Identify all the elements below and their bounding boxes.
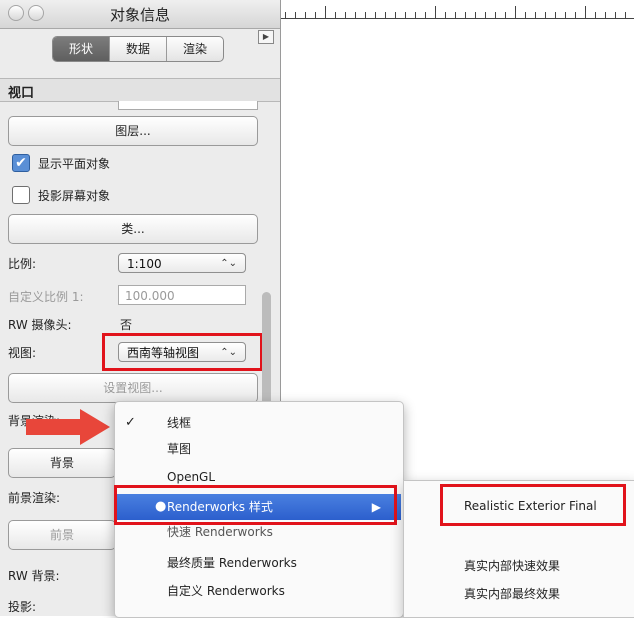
menu-item-custom-renderworks[interactable]: 自定义 Renderworks xyxy=(115,578,401,604)
menu-highlight-box xyxy=(114,485,397,525)
show-planar-objects-label: 显示平面对象 xyxy=(38,157,111,171)
submenu-item-realistic-interior-final[interactable]: 真实内部最终效果 xyxy=(464,585,560,602)
rw-background-label: RW 背景: xyxy=(8,569,60,583)
tab-render[interactable]: 渲染 xyxy=(167,37,223,61)
foreground-button[interactable]: 前景 xyxy=(8,520,116,550)
submenu-item-realistic-interior-fast[interactable]: 真实内部快速效果 xyxy=(464,557,560,574)
projection-label: 投影: xyxy=(8,600,37,614)
classes-button[interactable]: 类... xyxy=(8,214,258,244)
rw-camera-value: 否 xyxy=(120,318,133,332)
title-bar: 对象信息 xyxy=(0,0,280,29)
submenu-highlight-box xyxy=(440,484,626,526)
view-label: 视图: xyxy=(8,346,37,360)
menu-item-fast-renderworks[interactable]: 快速 Renderworks xyxy=(115,523,401,541)
tab-data[interactable]: 数据 xyxy=(110,37,167,61)
check-icon: ✓ xyxy=(125,415,136,430)
view-highlight-box xyxy=(102,333,263,371)
custom-scale-label: 自定义比例 1: xyxy=(8,290,84,304)
ruler xyxy=(281,0,634,19)
background-button[interactable]: 背景 xyxy=(8,448,116,478)
play-icon: ▶ xyxy=(262,32,270,41)
layers-button[interactable]: 图层... xyxy=(8,116,258,146)
menu-item-wireframe[interactable]: ✓ 线框 xyxy=(115,410,401,436)
stepper-icon: ⌃⌄ xyxy=(220,258,237,269)
panel-scrollbar[interactable] xyxy=(262,292,271,407)
section-title: 视口 xyxy=(8,86,35,101)
section-header-viewport: 视口 xyxy=(0,78,280,102)
project-screen-objects-label: 投影屏幕对象 xyxy=(38,189,111,203)
custom-scale-input[interactable]: 100.000 xyxy=(118,285,246,305)
scale-select[interactable]: 1:100 ⌃⌄ xyxy=(118,253,246,273)
checkmark-icon: ✔ xyxy=(15,155,27,171)
show-planar-objects-checkbox[interactable]: ✔ xyxy=(12,154,30,172)
tab-bar: 形状 数据 渲染 xyxy=(52,36,224,62)
panel-menu-button[interactable]: ▶ xyxy=(258,30,274,44)
menu-item-final-renderworks[interactable]: 最终质量 Renderworks xyxy=(115,550,401,576)
rw-camera-label: RW 摄像头: xyxy=(8,318,72,332)
project-screen-objects-checkbox[interactable] xyxy=(12,186,30,204)
foreground-render-label: 前景渲染: xyxy=(8,491,61,505)
window-title: 对象信息 xyxy=(109,6,170,24)
menu-item-sketch[interactable]: 草图 xyxy=(115,436,401,462)
tab-shape[interactable]: 形状 xyxy=(53,37,110,61)
set-view-button[interactable]: 设置视图... xyxy=(8,373,258,403)
scale-label: 比例: xyxy=(8,257,37,271)
partial-field[interactable] xyxy=(118,101,258,110)
red-arrow-icon xyxy=(26,409,110,445)
scale-value: 1:100 xyxy=(127,257,162,271)
